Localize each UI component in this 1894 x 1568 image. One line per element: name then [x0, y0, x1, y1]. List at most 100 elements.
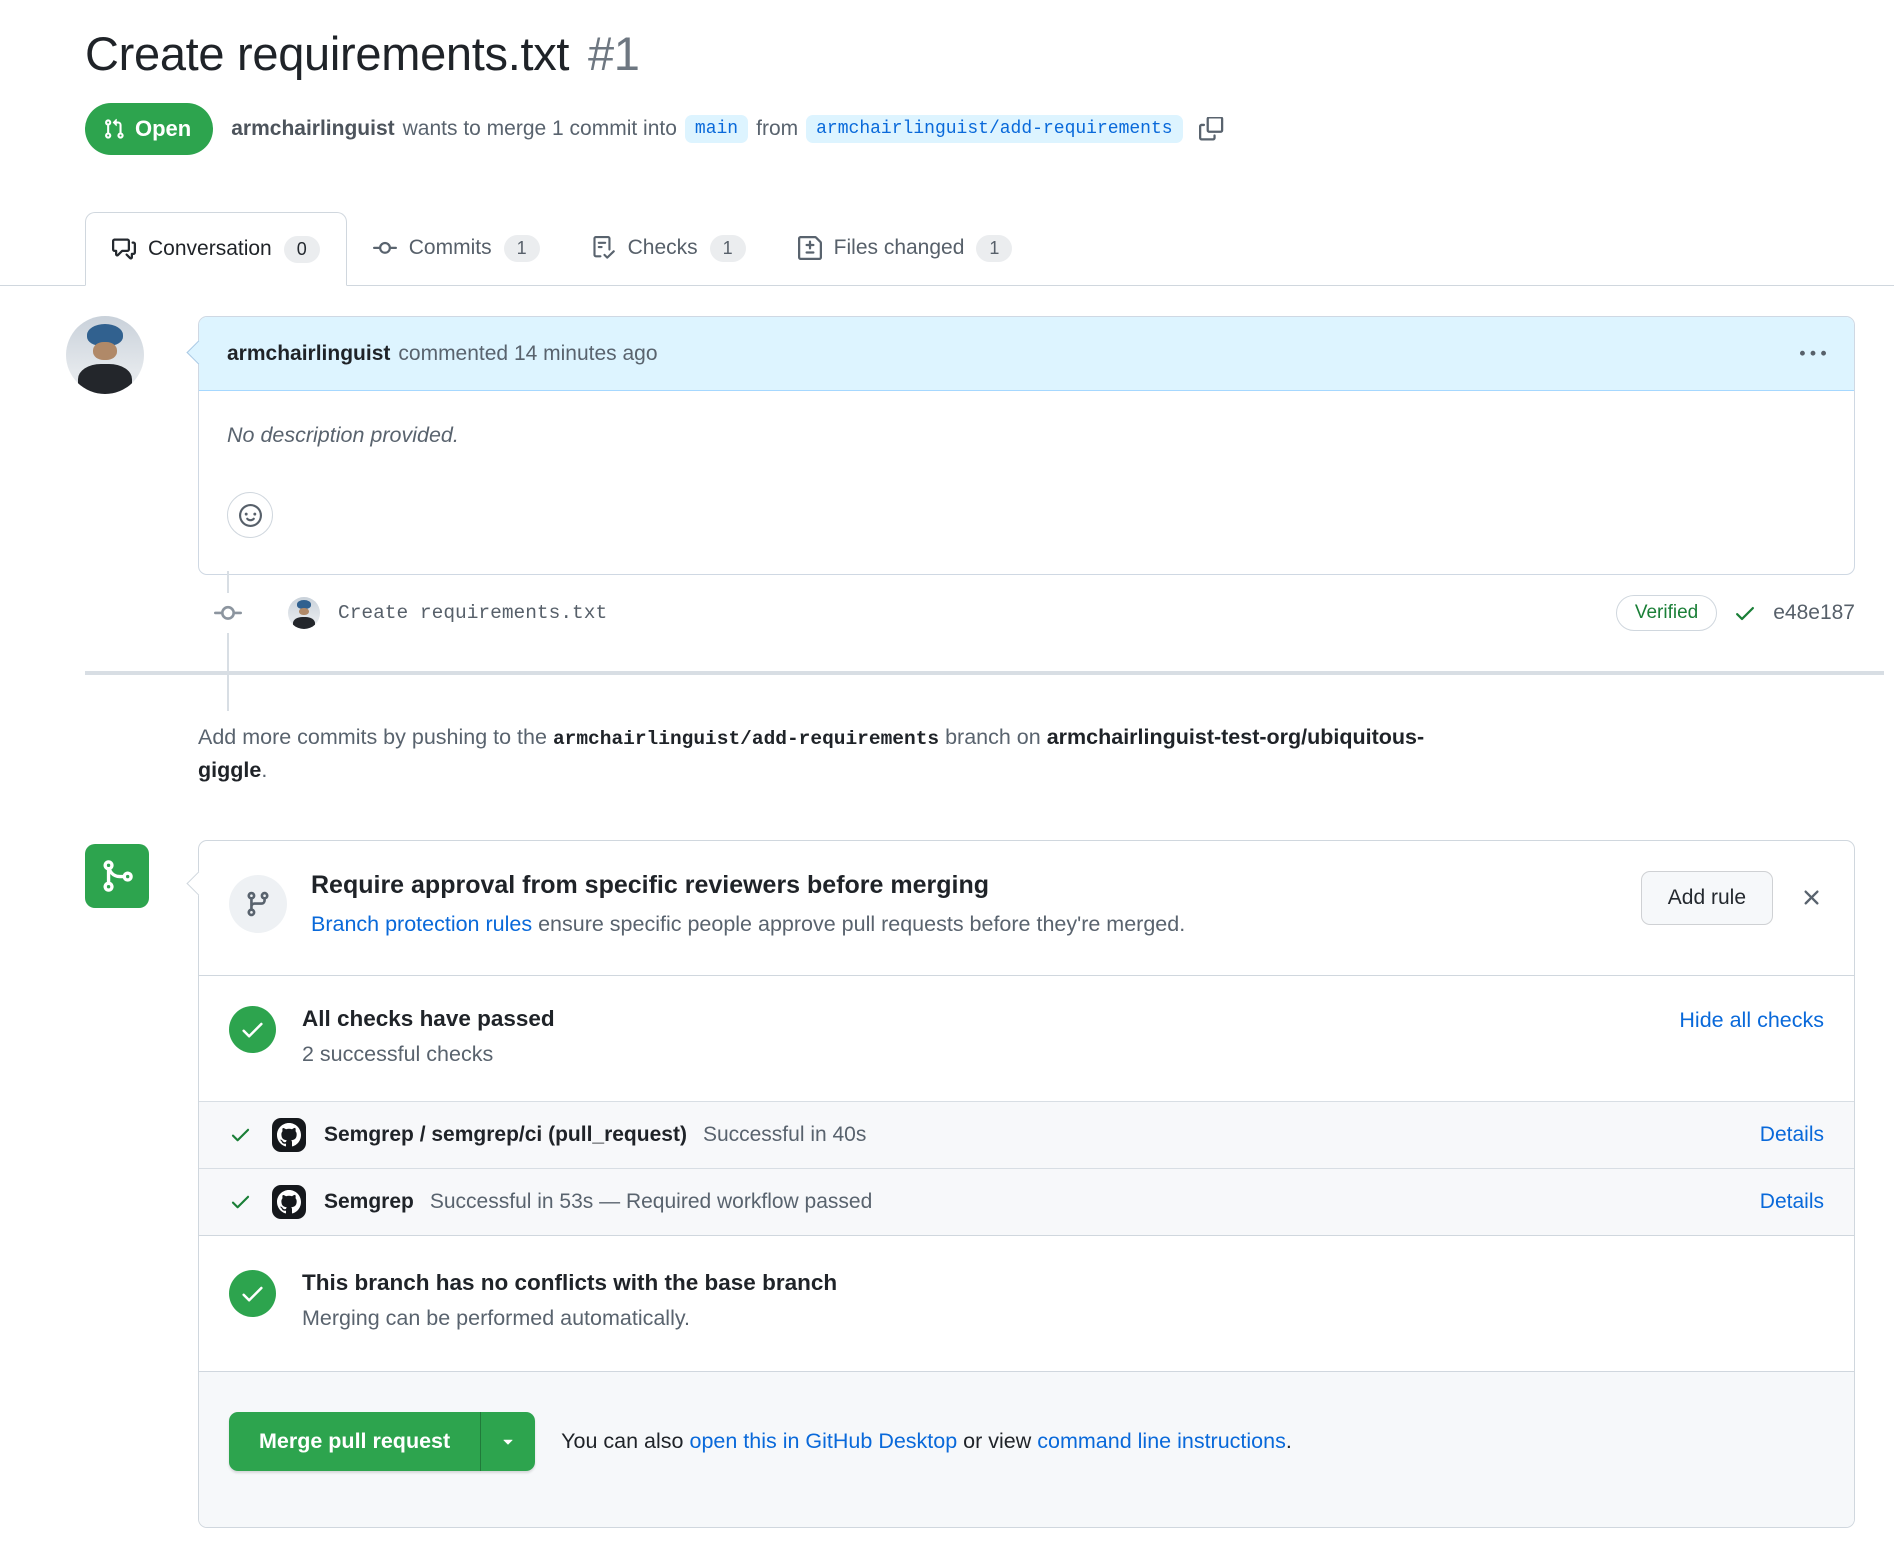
merge-alt-period: .	[1286, 1429, 1292, 1453]
timeline-line	[227, 571, 229, 711]
tab-conversation-count: 0	[284, 236, 320, 263]
tab-files-changed[interactable]: Files changed 1	[772, 211, 1039, 285]
success-check-icon	[229, 1270, 276, 1317]
push-note-repo-2: giggle	[198, 758, 261, 782]
copy-icon	[1199, 117, 1224, 142]
page-title: Create requirements.txt #1	[85, 26, 1855, 81]
tab-checks-label: Checks	[628, 236, 698, 260]
tab-conversation[interactable]: Conversation 0	[85, 212, 347, 286]
pull-request-page: Create requirements.txt #1 Open armchair…	[0, 0, 1894, 1568]
pr-author[interactable]: armchairlinguist	[231, 117, 394, 141]
close-icon	[1799, 885, 1824, 910]
comment-body-text: No description provided.	[227, 423, 1826, 448]
tab-checks[interactable]: Checks 1	[566, 211, 772, 285]
dismiss-rule-button[interactable]	[1799, 885, 1824, 910]
copy-branch-button[interactable]	[1199, 117, 1224, 142]
comment-options-button[interactable]	[1800, 341, 1826, 367]
push-note-repo: armchairlinguist-test-org/ubiquitous-	[1047, 725, 1424, 749]
rule-title: Require approval from specific reviewers…	[311, 871, 1185, 900]
check-row-semgrep-ci: Semgrep / semgrep/ci (pull_request) Succ…	[199, 1101, 1854, 1168]
merge-alt-or-view: or view	[963, 1429, 1031, 1453]
merge-pull-request-split-button: Merge pull request	[229, 1412, 535, 1471]
avatar[interactable]	[66, 316, 144, 394]
merge-alt-prefix: You can also	[561, 1429, 683, 1453]
commit-author-avatar[interactable]	[288, 597, 320, 629]
add-reaction-button[interactable]	[227, 492, 273, 538]
comment-caret	[186, 340, 210, 364]
comment-header: armchairlinguist commented 14 minutes ag…	[199, 317, 1854, 391]
push-note: Add more commits by pushing to the armch…	[198, 721, 1855, 788]
tab-commits[interactable]: Commits 1	[347, 211, 566, 285]
pr-title-text: Create requirements.txt	[85, 27, 569, 80]
tab-files-changed-label: Files changed	[834, 236, 965, 260]
check-name: Semgrep	[324, 1190, 414, 1214]
git-commit-icon	[214, 593, 242, 633]
branch-protection-section: Require approval from specific reviewers…	[199, 841, 1854, 975]
github-desktop-link[interactable]: open this in GitHub Desktop	[689, 1429, 957, 1453]
verified-badge[interactable]: Verified	[1616, 595, 1717, 631]
merge-status-box: Require approval from specific reviewers…	[198, 840, 1855, 1528]
check-success-icon	[229, 1123, 252, 1146]
no-conflicts-title: This branch has no conflicts with the ba…	[302, 1270, 837, 1296]
triangle-down-icon	[498, 1431, 518, 1451]
commit-status-check-icon[interactable]	[1733, 601, 1757, 625]
comment-timestamp: commented 14 minutes ago	[398, 342, 657, 366]
github-mark-icon	[277, 1123, 301, 1147]
tab-files-changed-count: 1	[976, 235, 1012, 262]
checks-passed-title: All checks have passed	[302, 1006, 555, 1032]
git-commit-icon	[373, 236, 397, 260]
comment-discussion-icon	[112, 237, 136, 261]
file-diff-icon	[798, 236, 822, 260]
success-check-icon	[229, 1006, 276, 1053]
push-note-prefix: Add more commits by pushing to the	[198, 725, 547, 749]
no-conflicts-subtitle: Merging can be performed automatically.	[302, 1306, 837, 1331]
git-merge-status-icon	[85, 844, 149, 908]
tab-conversation-label: Conversation	[148, 237, 272, 261]
github-app-avatar	[272, 1118, 306, 1152]
commit-message[interactable]: Create requirements.txt	[338, 602, 607, 624]
check-details-link[interactable]: Details	[1760, 1190, 1824, 1214]
rule-description: ensure specific people approve pull requ…	[538, 912, 1185, 936]
timeline-end-divider	[85, 671, 1884, 675]
tab-checks-count: 1	[710, 235, 746, 262]
checks-passed-section: All checks have passed 2 successful chec…	[199, 975, 1854, 1101]
pr-tab-nav: Conversation 0 Commits 1 Checks 1 Files …	[0, 211, 1894, 286]
checks-passed-subtitle: 2 successful checks	[302, 1042, 555, 1067]
base-branch-chip[interactable]: main	[685, 115, 748, 143]
git-branch-icon	[229, 875, 287, 933]
check-status: Successful in 53s — Required workflow pa…	[430, 1190, 872, 1214]
tab-commits-label: Commits	[409, 236, 492, 260]
branch-protection-rules-link[interactable]: Branch protection rules	[311, 912, 532, 936]
tab-commits-count: 1	[504, 235, 540, 262]
commit-sha[interactable]: e48e187	[1773, 601, 1855, 625]
github-mark-icon	[277, 1190, 301, 1214]
pr-state-badge: Open	[85, 103, 213, 155]
pr-description-comment: armchairlinguist commented 14 minutes ag…	[0, 316, 1894, 575]
pr-merge-action: wants to merge 1 commit into	[403, 117, 677, 141]
smiley-icon	[239, 504, 262, 527]
check-row-semgrep: Semgrep Successful in 53s — Required wor…	[199, 1168, 1854, 1235]
push-note-middle: branch on	[945, 725, 1041, 749]
push-note-period: .	[261, 758, 267, 782]
merge-options-dropdown[interactable]	[480, 1412, 535, 1471]
hide-all-checks-link[interactable]: Hide all checks	[1679, 1008, 1824, 1033]
head-branch-chip[interactable]: armchairlinguist/add-requirements	[806, 115, 1182, 143]
checklist-icon	[592, 236, 616, 260]
check-status: Successful in 40s	[703, 1123, 866, 1147]
git-pull-request-icon	[103, 118, 125, 140]
pr-header: Create requirements.txt #1 Open armchair…	[0, 0, 1894, 155]
merge-pull-request-button[interactable]: Merge pull request	[229, 1412, 480, 1471]
push-note-branch: armchairlinguist/add-requirements	[553, 728, 939, 750]
check-details-link[interactable]: Details	[1760, 1123, 1824, 1147]
no-conflicts-section: This branch has no conflicts with the ba…	[199, 1235, 1854, 1371]
from-word: from	[756, 117, 798, 141]
merge-actions-footer: Merge pull request You can also open thi…	[199, 1371, 1854, 1527]
check-success-icon	[229, 1190, 252, 1213]
commit-timeline-item: Create requirements.txt Verified e48e187	[0, 575, 1894, 671]
pr-number: #1	[588, 27, 640, 80]
pr-state-label: Open	[135, 116, 191, 142]
add-rule-button[interactable]: Add rule	[1641, 871, 1773, 925]
check-name: Semgrep / semgrep/ci (pull_request)	[324, 1123, 687, 1147]
comment-author[interactable]: armchairlinguist	[227, 342, 390, 366]
command-line-instructions-link[interactable]: command line instructions	[1037, 1429, 1286, 1453]
